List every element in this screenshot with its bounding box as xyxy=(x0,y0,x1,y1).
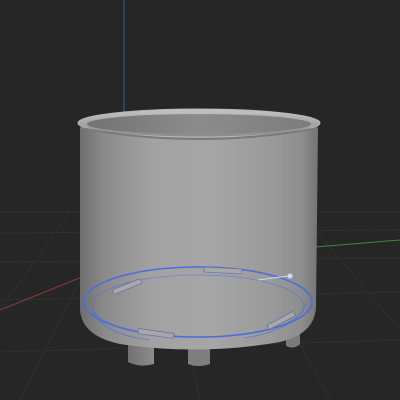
viewport-canvas[interactable] xyxy=(0,0,400,400)
bucket-foot-center xyxy=(188,348,210,366)
bucket-body xyxy=(80,128,318,350)
bucket-model[interactable] xyxy=(77,108,321,366)
3d-viewport[interactable] xyxy=(0,0,400,400)
bucket-opening xyxy=(87,114,311,134)
